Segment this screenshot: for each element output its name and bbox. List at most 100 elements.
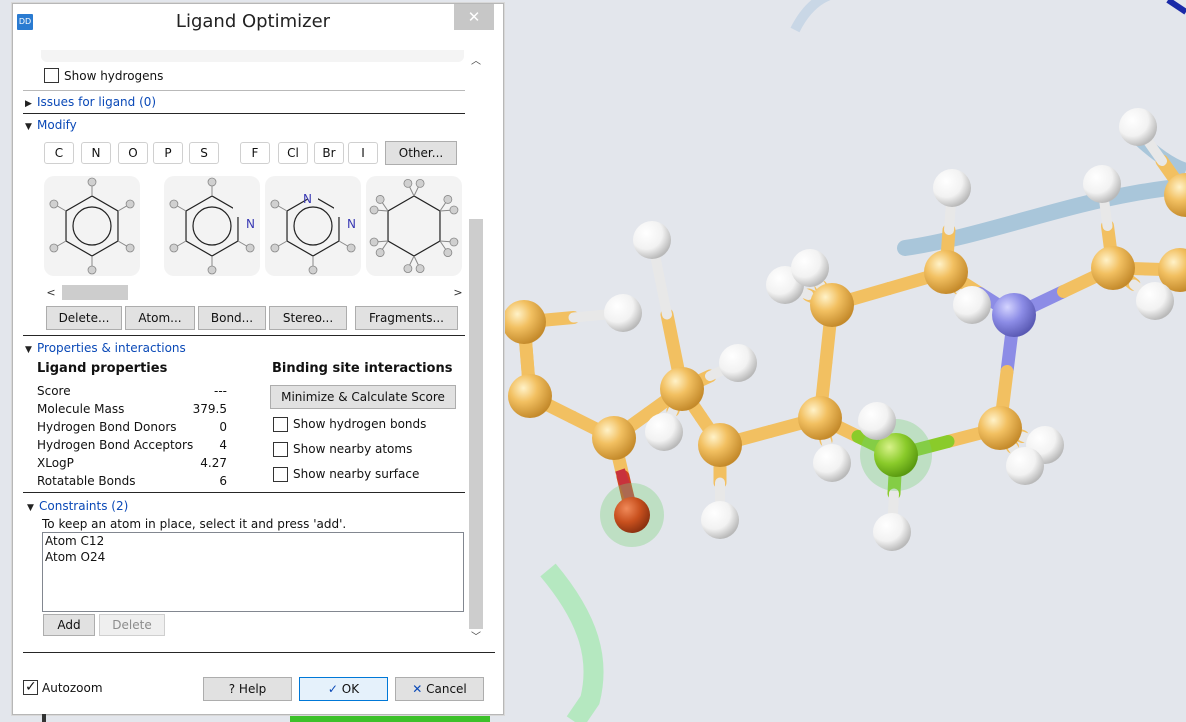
section-issues-label: Issues for ligand (0) xyxy=(37,95,157,109)
property-label: Rotatable Bonds xyxy=(37,474,136,488)
atom-c3[interactable] xyxy=(592,416,636,460)
property-row-score: Score --- xyxy=(37,384,227,402)
scroll-thumb[interactable] xyxy=(469,219,483,629)
atom-h1[interactable] xyxy=(633,221,671,259)
stereo-button[interactable]: Stereo... xyxy=(269,306,347,330)
minimize-calculate-button[interactable]: Minimize & Calculate Score xyxy=(270,385,456,409)
atom-c5[interactable] xyxy=(698,423,742,467)
atom-c10[interactable] xyxy=(1091,246,1135,290)
scroll-left-icon[interactable]: < xyxy=(44,284,58,301)
help-label: Help xyxy=(238,682,267,696)
property-row-mass: Molecule Mass 379.5 xyxy=(37,402,227,420)
show-hydrogens-checkbox[interactable] xyxy=(44,68,59,83)
element-button-s[interactable]: S xyxy=(189,142,219,164)
atom-n1[interactable] xyxy=(992,293,1036,337)
scrolled-panel-remnant xyxy=(41,50,464,62)
constraints-list[interactable]: Atom C12 Atom O24 xyxy=(42,532,464,612)
hydrogen-dot xyxy=(270,243,280,253)
scroll-right-icon[interactable]: > xyxy=(451,284,465,301)
element-button-i[interactable]: I xyxy=(348,142,378,164)
atom-h8[interactable] xyxy=(873,513,911,551)
atom-h10[interactable] xyxy=(791,249,829,287)
atom-h12[interactable] xyxy=(953,286,991,324)
element-button-br[interactable]: Br xyxy=(314,142,344,164)
property-value: 4 xyxy=(219,438,227,452)
atom-c8[interactable] xyxy=(924,250,968,294)
element-button-cl[interactable]: Cl xyxy=(278,142,308,164)
fragment-pyrimidine-n-label-right: N xyxy=(347,217,356,231)
fragment-benzene[interactable] xyxy=(44,176,140,276)
section-constraints[interactable]: ▼ Constraints (2) xyxy=(27,499,128,513)
help-button[interactable]: ? Help xyxy=(203,677,292,701)
element-button-n[interactable]: N xyxy=(81,142,111,164)
scroll-thumb[interactable] xyxy=(62,285,128,300)
atom-h15[interactable] xyxy=(1083,165,1121,203)
atom-h14[interactable] xyxy=(1006,447,1044,485)
divider xyxy=(23,492,465,493)
atom-h2[interactable] xyxy=(604,294,642,332)
atom-h11[interactable] xyxy=(933,169,971,207)
property-value: --- xyxy=(214,384,227,398)
hydrogen-dot xyxy=(245,243,255,253)
scroll-down-icon[interactable]: ﹀ xyxy=(468,630,484,646)
fragment-horizontal-scrollbar[interactable]: < > xyxy=(44,284,465,301)
cancel-button[interactable]: ✕ Cancel xyxy=(395,677,484,701)
show-hydrogen-bonds-checkbox[interactable] xyxy=(273,417,288,432)
atom-h7[interactable] xyxy=(858,402,896,440)
property-row-xlogp: XLogP 4.27 xyxy=(37,456,227,474)
element-button-f[interactable]: F xyxy=(240,142,270,164)
constraints-hint: To keep an atom in place, select it and … xyxy=(42,517,347,531)
hydrogen-dot xyxy=(125,199,135,209)
atom-h3[interactable] xyxy=(719,344,757,382)
atom-c6[interactable] xyxy=(798,396,842,440)
element-button-o[interactable]: O xyxy=(118,142,148,164)
fragments-button[interactable]: Fragments... xyxy=(355,306,458,330)
close-button[interactable]: ✕ xyxy=(454,4,494,30)
atom-h16[interactable] xyxy=(1136,282,1174,320)
atom-c4[interactable] xyxy=(660,367,704,411)
add-constraint-button[interactable]: Add xyxy=(43,614,95,636)
atom-button[interactable]: Atom... xyxy=(125,306,195,330)
property-row-acceptors: Hydrogen Bond Acceptors 4 xyxy=(37,438,227,456)
cancel-label: Cancel xyxy=(426,682,467,696)
section-modify[interactable]: ▼ Modify xyxy=(25,118,77,132)
property-label: Hydrogen Bond Acceptors xyxy=(37,438,194,452)
cancel-icon: ✕ xyxy=(412,682,423,696)
title-bar[interactable]: DD Ligand Optimizer ✕ xyxy=(13,4,503,40)
ok-label: OK xyxy=(341,682,360,696)
atom-h6[interactable] xyxy=(813,444,851,482)
atom-c2[interactable] xyxy=(508,374,552,418)
element-button-c[interactable]: C xyxy=(44,142,74,164)
footer-divider xyxy=(23,652,495,653)
element-button-p[interactable]: P xyxy=(153,142,183,164)
atom-h5[interactable] xyxy=(701,501,739,539)
other-element-button[interactable]: Other... xyxy=(385,141,457,165)
atom-c1[interactable] xyxy=(502,300,546,344)
bond-button[interactable]: Bond... xyxy=(198,306,266,330)
delete-atom-button[interactable]: Delete... xyxy=(46,306,122,330)
show-nearby-surface-checkbox[interactable] xyxy=(273,467,288,482)
delete-constraint-button[interactable]: Delete xyxy=(99,614,165,636)
property-label: Hydrogen Bond Donors xyxy=(37,420,177,434)
fragment-cyclohexane[interactable] xyxy=(366,176,462,276)
atom-c9[interactable] xyxy=(978,406,1022,450)
atom-h4[interactable] xyxy=(645,413,683,451)
scroll-up-icon[interactable]: ︿ xyxy=(468,54,484,70)
section-properties-label: Properties & interactions xyxy=(37,341,186,355)
hydrogen-dot xyxy=(207,265,217,275)
section-issues[interactable]: ▶ Issues for ligand (0) xyxy=(25,95,156,109)
autozoom-checkbox[interactable] xyxy=(23,679,38,695)
fragment-pyrimidine-n-label-top: N xyxy=(303,192,312,206)
atom-h17[interactable] xyxy=(1119,108,1157,146)
section-properties[interactable]: ▼ Properties & interactions xyxy=(25,341,186,355)
constraint-item[interactable]: Atom O24 xyxy=(43,549,463,565)
atom-c7[interactable] xyxy=(810,283,854,327)
ok-button[interactable]: ✓ OK xyxy=(299,677,388,701)
desktop-edge xyxy=(42,714,46,722)
property-label: XLogP xyxy=(37,456,74,470)
atom-o1[interactable] xyxy=(614,497,650,533)
show-nearby-atoms-checkbox[interactable] xyxy=(273,442,288,457)
section-constraints-label: Constraints (2) xyxy=(39,499,129,513)
constraint-item[interactable]: Atom C12 xyxy=(43,533,463,549)
autozoom-label: Autozoom xyxy=(42,681,103,695)
